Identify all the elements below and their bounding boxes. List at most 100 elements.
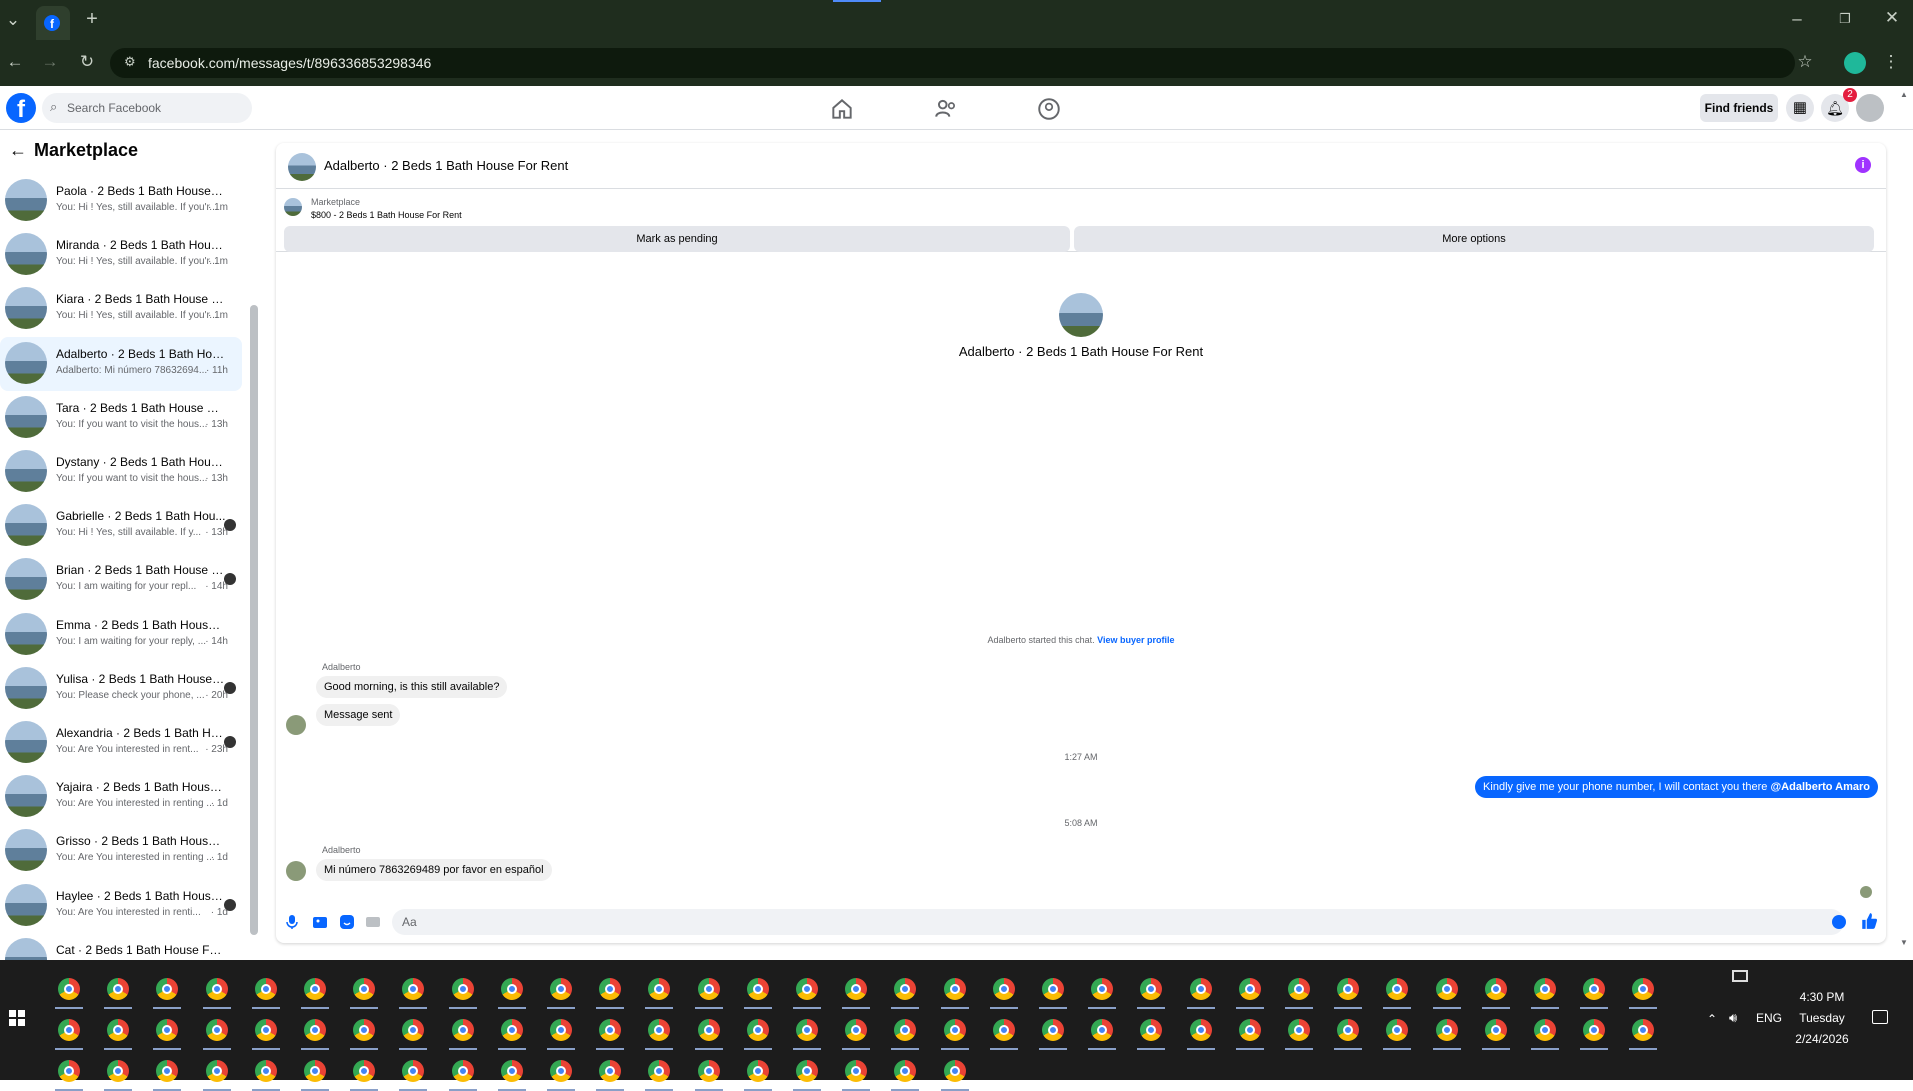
sidebar-scrollbar[interactable] (250, 305, 258, 935)
start-windows-icon[interactable] (9, 1010, 25, 1026)
taskbar-app-icon[interactable] (1337, 1019, 1360, 1041)
clock-date[interactable]: 2/24/2026 (1780, 1032, 1864, 1046)
taskbar-app-icon[interactable] (1386, 1019, 1409, 1041)
menu-kebab-icon[interactable]: ⋮ (1880, 52, 1902, 72)
taskbar-app-icon[interactable] (107, 1060, 130, 1082)
taskbar-app-icon[interactable] (254, 978, 277, 1000)
network-icon[interactable] (1732, 970, 1748, 982)
taskbar-app-icon[interactable] (845, 978, 868, 1000)
microphone-icon[interactable] (284, 914, 300, 930)
taskbar-app-icon[interactable] (1632, 1019, 1655, 1041)
tab-list-icon[interactable]: ⌄ (2, 10, 24, 30)
menu-grid-icon[interactable]: ▦ (1786, 94, 1814, 122)
info-icon[interactable]: i (1855, 157, 1871, 173)
taskbar-app-icon[interactable] (1288, 1019, 1310, 1041)
taskbar-app-icon[interactable] (1337, 978, 1360, 1000)
facebook-logo-icon[interactable]: f (6, 93, 36, 123)
taskbar-app-icon[interactable] (1140, 1019, 1163, 1041)
page-scrollbar[interactable]: ▲ ▼ (1899, 90, 1911, 950)
taskbar-app-icon[interactable] (451, 1060, 474, 1082)
taskbar-app-icon[interactable] (1091, 978, 1114, 1000)
taskbar-app-icon[interactable] (500, 978, 523, 1000)
taskbar-app-icon[interactable] (894, 1019, 917, 1041)
taskbar-app-icon[interactable] (1042, 1019, 1064, 1041)
back-arrow-icon[interactable]: ← (9, 140, 27, 161)
view-buyer-profile-link[interactable]: View buyer profile (1097, 635, 1174, 645)
incoming-message[interactable]: Message sent (316, 704, 401, 726)
taskbar-app-icon[interactable] (58, 1019, 80, 1041)
taskbar-app-icon[interactable] (304, 978, 326, 1000)
volume-icon[interactable]: 🔊︎ (1729, 1010, 1737, 1026)
taskbar-app-icon[interactable] (353, 1060, 376, 1082)
taskbar-app-icon[interactable] (1484, 978, 1507, 1000)
more-options-button[interactable]: More options (1074, 226, 1874, 252)
taskbar-app-icon[interactable] (254, 1060, 277, 1082)
conversation-item[interactable]: Alexandria · 2 Beds 1 Bath Ho... You: Are… (0, 716, 242, 770)
close-window-icon[interactable]: ✕ (1881, 8, 1903, 28)
conversation-item[interactable]: Miranda · 2 Beds 1 Bath House ... You: Hi… (0, 228, 242, 282)
conversation-item[interactable]: Paola · 2 Beds 1 Bath House For... You: H… (0, 174, 242, 228)
chat-avatar[interactable] (288, 153, 316, 181)
gif-icon[interactable] (365, 914, 381, 930)
taskbar-app-icon[interactable] (697, 1060, 720, 1082)
chat-title[interactable]: Adalberto · 2 Beds 1 Bath House For Rent (324, 158, 568, 173)
language-indicator[interactable]: ENG (1756, 1011, 1782, 1025)
scroll-down-icon[interactable]: ▼ (1900, 938, 1908, 947)
taskbar-app-icon[interactable] (1435, 978, 1458, 1000)
home-icon[interactable] (829, 96, 855, 122)
taskbar-app-icon[interactable] (599, 978, 622, 1000)
taskbar-app-icon[interactable] (107, 978, 130, 1000)
taskbar-app-icon[interactable] (796, 1019, 818, 1041)
taskbar-app-icon[interactable] (500, 1060, 523, 1082)
notifications-center-icon[interactable] (1872, 1010, 1888, 1024)
taskbar-app-icon[interactable] (1189, 1019, 1212, 1041)
conversation-item[interactable]: Brian · 2 Beds 1 Bath House F... You: I a… (0, 553, 242, 607)
taskbar-app-icon[interactable] (205, 1019, 228, 1041)
site-info-icon[interactable]: ⚙ (124, 54, 136, 70)
taskbar-app-icon[interactable] (402, 1060, 425, 1082)
taskbar-app-icon[interactable] (402, 1019, 425, 1041)
groups-icon[interactable] (1036, 96, 1062, 122)
taskbar-app-icon[interactable] (550, 978, 572, 1000)
clock-time[interactable]: 4:30 PM (1780, 990, 1864, 1004)
taskbar-app-icon[interactable] (156, 1019, 179, 1041)
taskbar-app-icon[interactable] (648, 978, 671, 1000)
conversation-item[interactable]: Grisso · 2 Beds 1 Bath House Fo... You: A… (0, 824, 242, 878)
conversation-item[interactable]: Adalberto · 2 Beds 1 Bath Hous... Adalber… (0, 336, 242, 391)
taskbar-app-icon[interactable] (1583, 978, 1606, 1000)
taskbar-app-icon[interactable] (894, 1060, 917, 1082)
taskbar-app-icon[interactable] (304, 1019, 326, 1041)
taskbar-app-icon[interactable] (648, 1019, 671, 1041)
taskbar-app-icon[interactable] (648, 1060, 671, 1082)
taskbar-app-icon[interactable] (500, 1019, 523, 1041)
taskbar-app-icon[interactable] (402, 978, 425, 1000)
taskbar-app-icon[interactable] (156, 1060, 179, 1082)
taskbar-app-icon[interactable] (1189, 978, 1212, 1000)
conversation-item[interactable]: Kiara · 2 Beds 1 Bath House For ... You: … (0, 282, 242, 336)
taskbar-app-icon[interactable] (1238, 1019, 1261, 1041)
clock-day[interactable]: Tuesday (1780, 1011, 1864, 1025)
conversation-item[interactable]: Dystany · 2 Beds 1 Bath House F... You: I… (0, 445, 242, 499)
find-friends-button[interactable]: Find friends (1700, 94, 1778, 122)
taskbar-app-icon[interactable] (550, 1019, 572, 1041)
conversation-item[interactable]: Tara · 2 Beds 1 Bath House For ... You: I… (0, 391, 242, 445)
taskbar-app-icon[interactable] (451, 1019, 474, 1041)
new-tab-icon[interactable]: + (81, 9, 103, 29)
url-text[interactable]: facebook.com/messages/t/896336853298346 (148, 55, 431, 71)
mark-as-pending-button[interactable]: Mark as pending (284, 226, 1070, 252)
listing-thumbnail[interactable] (284, 198, 302, 216)
taskbar-app-icon[interactable] (746, 1019, 769, 1041)
restore-icon[interactable]: ❐ (1834, 9, 1856, 29)
taskbar-app-icon[interactable] (845, 1019, 868, 1041)
conversation-item[interactable]: Cat · 2 Beds 1 Bath House For R...Bot · … (0, 933, 242, 960)
taskbar-app-icon[interactable] (1534, 1019, 1556, 1041)
taskbar-app-icon[interactable] (1386, 978, 1409, 1000)
outgoing-message[interactable]: Kindly give me your phone number, I will… (1475, 776, 1878, 798)
taskbar-app-icon[interactable] (156, 978, 179, 1000)
like-thumbs-up-icon[interactable] (1860, 912, 1878, 930)
taskbar-app-icon[interactable] (205, 1060, 228, 1082)
forward-icon[interactable]: → (39, 52, 61, 72)
taskbar-app-icon[interactable] (992, 1019, 1015, 1041)
message-input[interactable]: Aa (392, 909, 1844, 935)
taskbar-app-icon[interactable] (1238, 978, 1261, 1000)
